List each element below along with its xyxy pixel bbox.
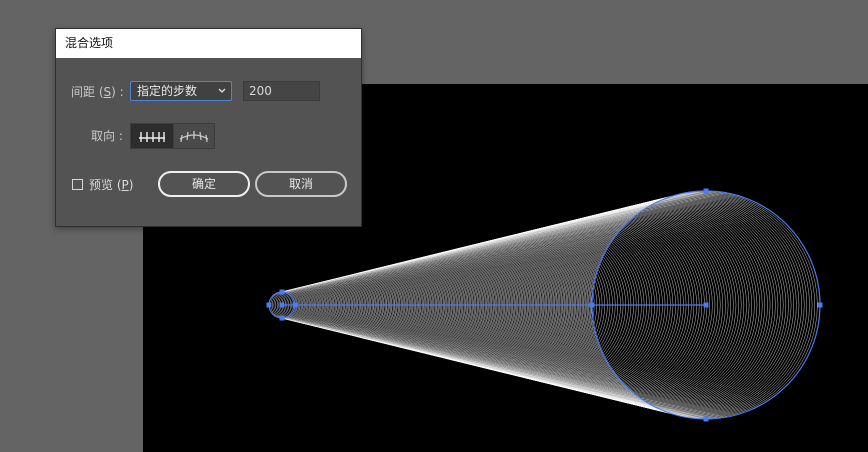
align-to-path-button[interactable] — [172, 124, 214, 148]
anchor-point — [292, 302, 298, 308]
anchor-point — [703, 302, 709, 308]
spacing-label: 间距 (S) : — [71, 83, 124, 100]
steps-input[interactable]: 200 — [243, 81, 320, 101]
preview-option[interactable]: 预览 (P) — [72, 176, 133, 193]
preview-label-suffix: ) — [128, 178, 134, 192]
preview-label-key: P — [121, 178, 129, 192]
anchor-point — [703, 416, 709, 422]
align-to-path-icon — [179, 131, 209, 143]
align-to-page-button[interactable] — [131, 124, 173, 148]
anchor-point — [279, 315, 285, 321]
dialog-title[interactable]: 混合选项 — [56, 29, 361, 58]
spacing-label-suffix: ) : — [111, 85, 124, 99]
preview-label: 预览 (P) — [89, 176, 133, 193]
workspace[interactable]: 混合选项 间距 (S) : 指定的步数 200 取向 : 预览 (P) 确定 取… — [0, 0, 868, 452]
anchor-point — [279, 289, 285, 295]
orientation-toggle — [130, 123, 215, 149]
spacing-label-key: S — [103, 85, 112, 99]
spacing-mode-value: 指定的步数 — [137, 84, 198, 98]
ok-button[interactable]: 确定 — [158, 171, 250, 197]
orientation-label: 取向 : — [91, 129, 123, 143]
cancel-button[interactable]: 取消 — [255, 171, 347, 197]
blend-options-dialog: 混合选项 间距 (S) : 指定的步数 200 取向 : 预览 (P) 确定 取… — [55, 28, 362, 227]
preview-label-prefix: 预览 ( — [89, 178, 122, 192]
anchor-point — [817, 302, 823, 308]
chevron-down-icon — [218, 88, 226, 93]
spacing-mode-select[interactable]: 指定的步数 — [130, 81, 232, 101]
anchor-point — [279, 302, 285, 308]
align-to-page-icon — [138, 132, 165, 142]
anchor-point — [589, 302, 595, 308]
preview-checkbox[interactable] — [72, 179, 83, 190]
anchor-point — [266, 302, 272, 308]
spacing-label-prefix: 间距 ( — [71, 85, 104, 99]
anchor-point — [703, 188, 709, 194]
